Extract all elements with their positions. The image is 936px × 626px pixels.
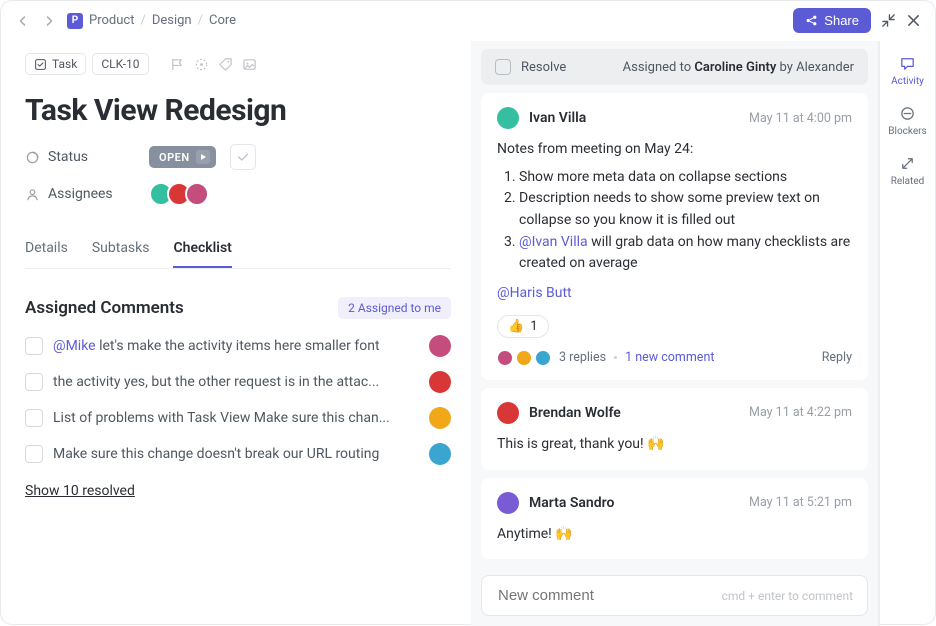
- status-pill[interactable]: OPEN: [149, 146, 216, 168]
- image-icon[interactable]: [241, 55, 259, 73]
- activity-card: Ivan Villa May 11 at 4:00 pm Notes from me…: [481, 93, 868, 380]
- comment-row[interactable]: Make sure this change doesn't break our …: [25, 443, 451, 465]
- collapse-icon[interactable]: [881, 13, 896, 28]
- activity-card: Brendan Wolfe May 11 at 4:22 pm This is gr…: [481, 388, 868, 470]
- activity-time: May 11 at 4:22 pm: [749, 405, 852, 420]
- comment-row[interactable]: the activity yes, but the other request …: [25, 371, 451, 393]
- avatar[interactable]: [497, 107, 519, 129]
- reply-line[interactable]: 3 replies1 new commentReply: [497, 350, 852, 366]
- assignees-label: Assignees: [25, 186, 135, 202]
- task-type-chip[interactable]: Task: [25, 53, 86, 75]
- status-label: Status: [25, 149, 135, 165]
- activity-body: Anytime! 🙌: [497, 524, 852, 546]
- assigned-badge[interactable]: 2 Assigned to me: [338, 297, 451, 319]
- comment-text: @Mike let's make the activity items here…: [53, 338, 419, 354]
- show-resolved-link[interactable]: Show 10 resolved: [25, 483, 135, 499]
- nav-back[interactable]: [15, 13, 31, 29]
- comment-row[interactable]: List of problems with Task View Make sur…: [25, 407, 451, 429]
- breadcrumb[interactable]: P Product / Design / Core: [67, 13, 236, 29]
- comment-checkbox[interactable]: [25, 337, 43, 355]
- resolve-label: Resolve: [521, 60, 566, 75]
- reaction[interactable]: 👍 1: [497, 315, 549, 338]
- activity-time: May 11 at 5:21 pm: [749, 495, 852, 510]
- task-id-chip[interactable]: CLK-10: [92, 53, 148, 75]
- assignees-avatars[interactable]: [149, 182, 209, 206]
- activity-author[interactable]: Ivan Villa: [529, 110, 586, 126]
- rail-activity[interactable]: Activity: [891, 55, 924, 87]
- avatar[interactable]: [429, 371, 451, 393]
- activity-time: May 11 at 4:00 pm: [749, 111, 852, 126]
- page-title: Task View Redesign: [25, 93, 451, 128]
- comment-checkbox[interactable]: [25, 445, 43, 463]
- avatar[interactable]: [185, 182, 209, 206]
- tabs: Details Subtasks Checklist: [25, 230, 451, 269]
- activity-body: This is great, thank you! 🙌: [497, 434, 852, 456]
- avatar[interactable]: [429, 407, 451, 429]
- avatar[interactable]: [429, 443, 451, 465]
- nav-forward[interactable]: [41, 13, 57, 29]
- comment-row[interactable]: @Mike let's make the activity items here…: [25, 335, 451, 357]
- activity-card: Marta Sandro May 11 at 5:21 pm Anytime! 🙌: [481, 478, 868, 560]
- sprint-icon[interactable]: [193, 55, 211, 73]
- complete-toggle[interactable]: [230, 144, 256, 170]
- avatar[interactable]: [429, 335, 451, 357]
- comment-checkbox[interactable]: [25, 409, 43, 427]
- share-button[interactable]: Share: [793, 8, 871, 33]
- comment-text: List of problems with Task View Make sur…: [53, 410, 419, 426]
- comment-text: the activity yes, but the other request …: [53, 374, 419, 390]
- tab-subtasks[interactable]: Subtasks: [92, 230, 150, 268]
- rail-blockers[interactable]: Blockers: [888, 105, 926, 137]
- close-icon[interactable]: [906, 13, 921, 28]
- activity-author[interactable]: Brendan Wolfe: [529, 405, 621, 421]
- share-icon: [805, 14, 818, 27]
- project-icon: P: [67, 13, 83, 29]
- assign-bar: Resolve Assigned to Caroline Ginty by Al…: [481, 49, 868, 85]
- comment-input[interactable]: [496, 586, 722, 605]
- status-next-icon[interactable]: [196, 150, 210, 164]
- flag-icon[interactable]: [169, 55, 187, 73]
- crumb-space[interactable]: Core: [209, 13, 236, 28]
- avatar[interactable]: [497, 492, 519, 514]
- comment-composer[interactable]: cmd + enter to comment: [481, 575, 868, 616]
- reply-button[interactable]: Reply: [822, 350, 852, 365]
- blocker-icon: [899, 105, 916, 122]
- rail-related[interactable]: Related: [891, 155, 925, 187]
- avatar[interactable]: [497, 402, 519, 424]
- resolve-checkbox[interactable]: [495, 59, 511, 75]
- crumb-group[interactable]: Design: [152, 13, 192, 28]
- comment-text: Make sure this change doesn't break our …: [53, 446, 419, 462]
- section-title: Assigned Comments: [25, 298, 184, 318]
- tag-icon[interactable]: [217, 55, 235, 73]
- chat-icon: [899, 55, 916, 72]
- tab-details[interactable]: Details: [25, 230, 68, 268]
- crumb-project[interactable]: Product: [89, 13, 134, 28]
- comment-checkbox[interactable]: [25, 373, 43, 391]
- tab-checklist[interactable]: Checklist: [173, 230, 231, 268]
- person-icon: [25, 187, 40, 202]
- related-icon: [899, 155, 916, 172]
- activity-author[interactable]: Marta Sandro: [529, 495, 614, 511]
- composer-hint: cmd + enter to comment: [722, 589, 853, 603]
- status-icon: [25, 150, 40, 165]
- task-icon: [34, 58, 47, 71]
- activity-body: Notes from meeting on May 24:Show more m…: [497, 139, 852, 305]
